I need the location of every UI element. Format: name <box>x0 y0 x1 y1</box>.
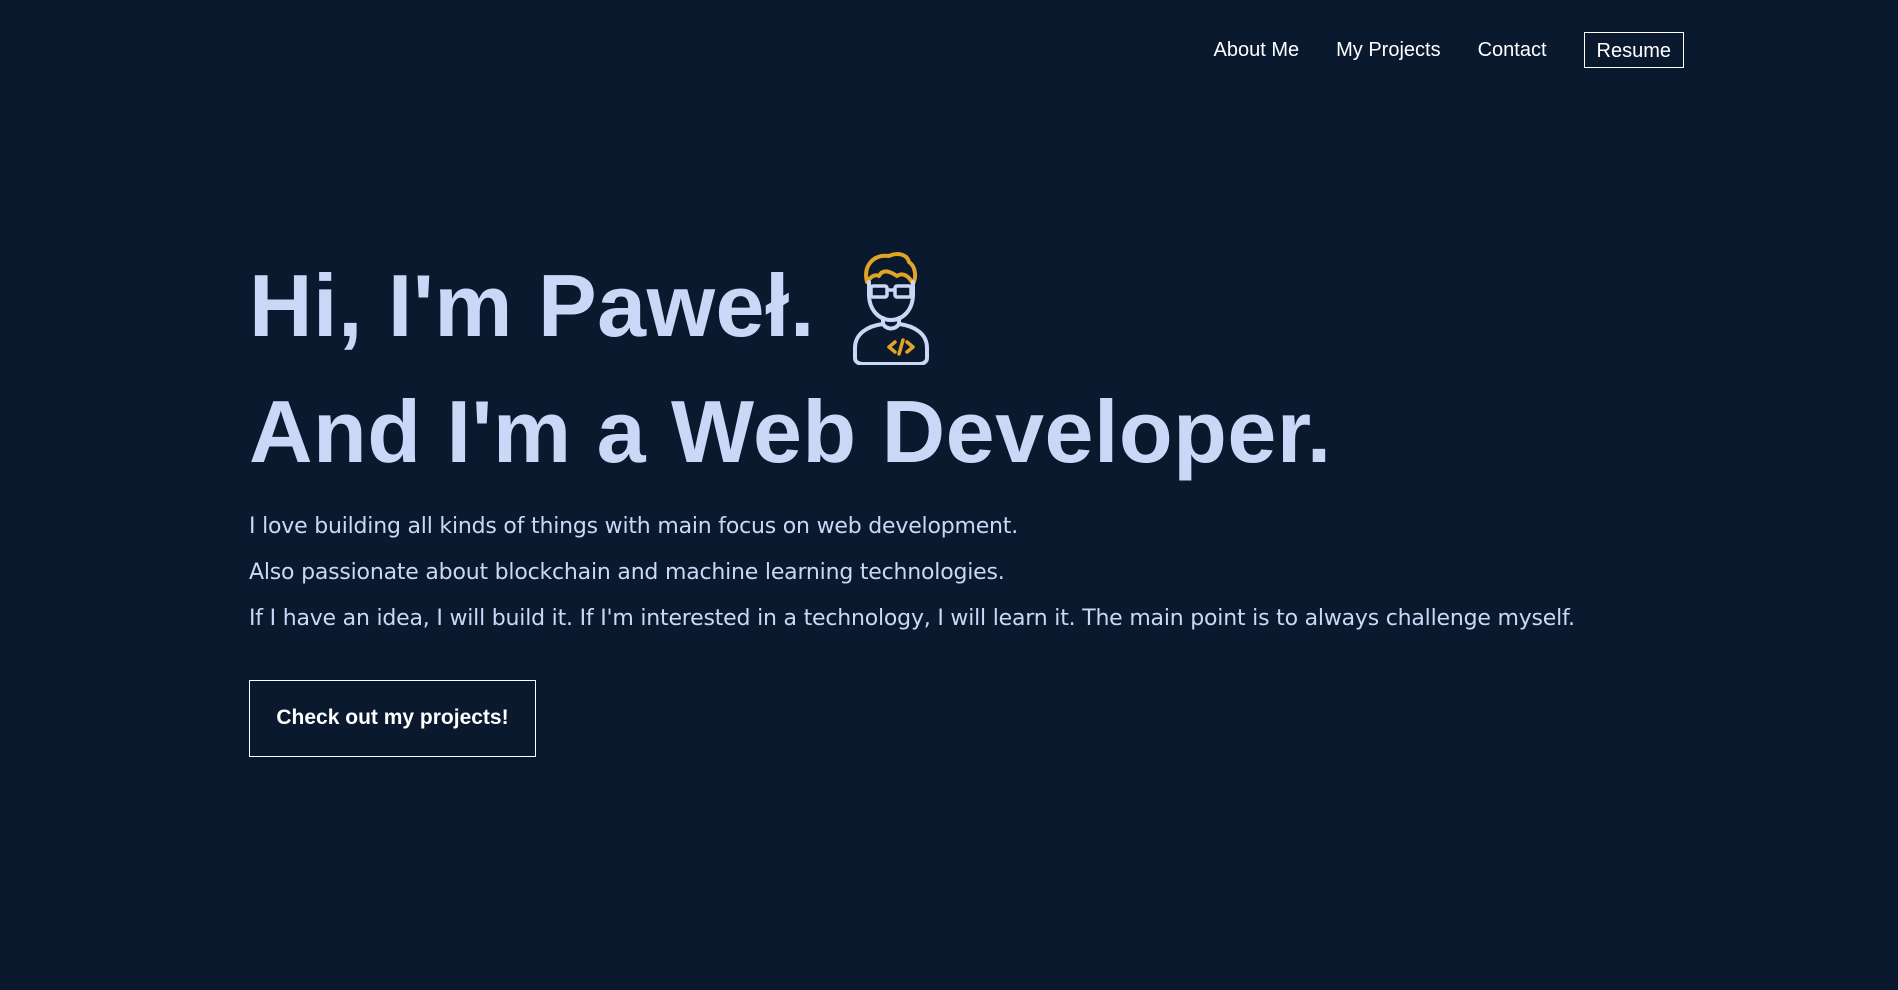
web-developer-icon <box>851 250 941 366</box>
check-out-projects-button[interactable]: Check out my projects! <box>249 680 536 757</box>
hero-section: Hi, I'm Paweł. And I'm a Web Developer. … <box>249 250 1699 757</box>
hero-greeting: Hi, I'm Paweł. <box>249 256 815 355</box>
intro-paragraph-1: I love building all kinds of things with… <box>249 514 1019 539</box>
intro-paragraph-3: If I have an idea, I will build it. If I… <box>249 606 1575 631</box>
greeting-line: Hi, I'm Paweł. <box>249 250 1699 366</box>
hero-tagline: And I'm a Web Developer. <box>249 382 1332 481</box>
intro-text: I love building all kinds of things with… <box>249 504 1699 642</box>
intro-paragraph-2: Also passionate about blockchain and mac… <box>249 560 1005 585</box>
nav-link-my-projects[interactable]: My Projects <box>1336 31 1440 69</box>
nav-link-contact[interactable]: Contact <box>1478 31 1547 69</box>
top-navigation: About Me My Projects Contact Resume <box>1177 31 1684 69</box>
resume-button[interactable]: Resume <box>1583 32 1684 68</box>
nav-link-about-me[interactable]: About Me <box>1214 31 1300 69</box>
